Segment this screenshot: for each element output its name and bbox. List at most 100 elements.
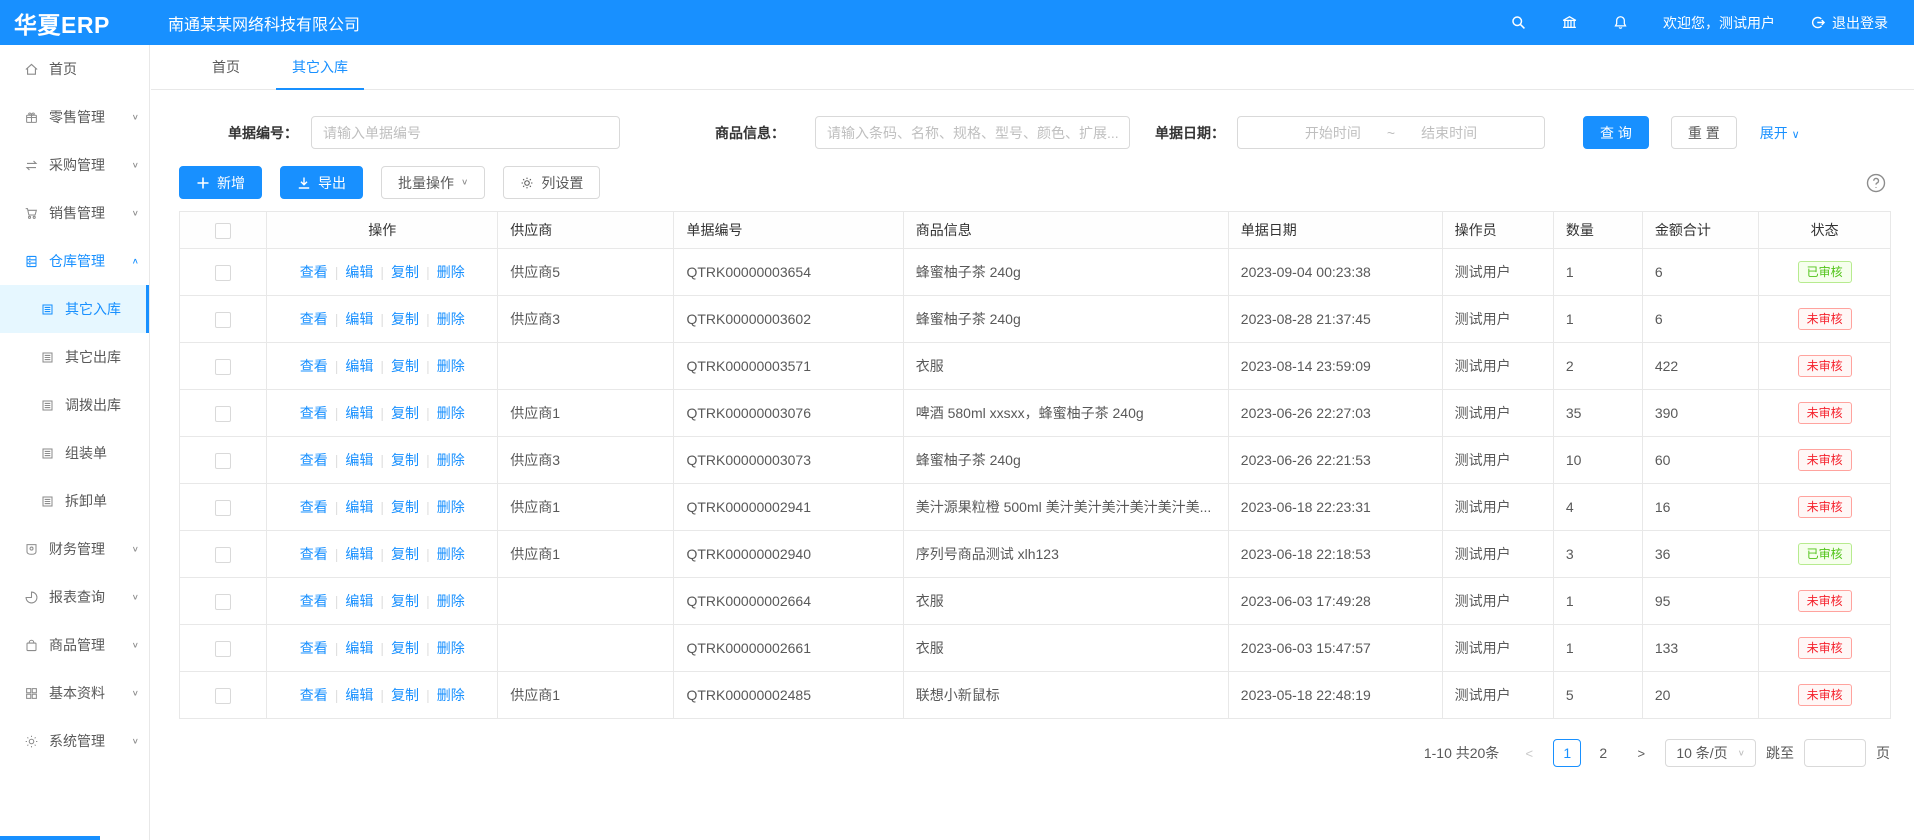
action-copy-link[interactable]: 复制 bbox=[391, 546, 419, 562]
column-settings-button[interactable]: 列设置 bbox=[503, 166, 600, 199]
action-view-link[interactable]: 查看 bbox=[300, 499, 328, 515]
sidebar-item-3[interactable]: 销售管理∨ bbox=[0, 189, 149, 237]
action-delete-link[interactable]: 删除 bbox=[437, 405, 465, 421]
action-delete-link[interactable]: 删除 bbox=[437, 499, 465, 515]
date-start-placeholder[interactable]: 开始时间 bbox=[1305, 123, 1361, 143]
action-copy-link[interactable]: 复制 bbox=[391, 358, 419, 374]
tab-other-inbound[interactable]: 其它入库 bbox=[276, 45, 364, 89]
sidebar-item-1[interactable]: 零售管理 ∨ bbox=[0, 93, 149, 141]
sidebar-item-7[interactable]: 调拨出库 bbox=[0, 381, 149, 429]
action-view-link[interactable]: 查看 bbox=[300, 640, 328, 656]
page-number-2[interactable]: 2 bbox=[1589, 739, 1617, 767]
sidebar-item-5[interactable]: 其它入库 bbox=[0, 285, 149, 333]
sidebar-item-4[interactable]: 仓库管理∧ bbox=[0, 237, 149, 285]
sidebar-item-9[interactable]: 拆卸单 bbox=[0, 477, 149, 525]
query-button[interactable]: 查 询 bbox=[1583, 116, 1649, 149]
action-view-link[interactable]: 查看 bbox=[300, 405, 328, 421]
row-checkbox[interactable] bbox=[215, 688, 231, 704]
action-edit-link[interactable]: 编辑 bbox=[345, 311, 373, 327]
prev-page-button[interactable]: < bbox=[1515, 739, 1543, 767]
action-delete-link[interactable]: 删除 bbox=[437, 264, 465, 280]
select-all-checkbox[interactable] bbox=[215, 223, 231, 239]
action-delete-link[interactable]: 删除 bbox=[437, 452, 465, 468]
date-range-input[interactable]: 开始时间 ~ 结束时间 bbox=[1237, 116, 1545, 149]
action-edit-link[interactable]: 编辑 bbox=[345, 452, 373, 468]
action-view-link[interactable]: 查看 bbox=[300, 687, 328, 703]
action-view-link[interactable]: 查看 bbox=[300, 452, 328, 468]
sidebar-item-10[interactable]: 财务管理∨ bbox=[0, 525, 149, 573]
action-view-link[interactable]: 查看 bbox=[300, 546, 328, 562]
cart-icon bbox=[24, 206, 39, 221]
sidebar-item-13[interactable]: 基本资料∨ bbox=[0, 669, 149, 717]
sidebar-item-11[interactable]: 报表查询∨ bbox=[0, 573, 149, 621]
horizontal-scrollbar-thumb[interactable] bbox=[0, 836, 100, 840]
row-checkbox[interactable] bbox=[215, 406, 231, 422]
bag-icon bbox=[24, 638, 39, 653]
row-checkbox[interactable] bbox=[215, 312, 231, 328]
action-copy-link[interactable]: 复制 bbox=[391, 311, 419, 327]
action-copy-link[interactable]: 复制 bbox=[391, 405, 419, 421]
page-number-1[interactable]: 1 bbox=[1553, 739, 1581, 767]
batch-actions-button[interactable]: 批量操作 ∨ bbox=[381, 166, 485, 199]
sidebar-item-label: 零售管理 bbox=[49, 107, 105, 127]
sidebar-item-12[interactable]: 商品管理∨ bbox=[0, 621, 149, 669]
search-icon[interactable] bbox=[1510, 14, 1527, 31]
row-checkbox[interactable] bbox=[215, 500, 231, 516]
date-end-placeholder[interactable]: 结束时间 bbox=[1421, 123, 1477, 143]
action-edit-link[interactable]: 编辑 bbox=[345, 264, 373, 280]
action-delete-link[interactable]: 删除 bbox=[437, 640, 465, 656]
sidebar-item-6[interactable]: 其它出库 bbox=[0, 333, 149, 381]
action-view-link[interactable]: 查看 bbox=[300, 358, 328, 374]
action-copy-link[interactable]: 复制 bbox=[391, 687, 419, 703]
jump-page-input[interactable] bbox=[1804, 739, 1866, 767]
expand-link[interactable]: 展开 ∨ bbox=[1760, 123, 1800, 143]
row-checkbox[interactable] bbox=[215, 359, 231, 375]
sidebar-item-14[interactable]: 系统管理∨ bbox=[0, 717, 149, 765]
row-checkbox[interactable] bbox=[215, 547, 231, 563]
action-edit-link[interactable]: 编辑 bbox=[345, 358, 373, 374]
bill-no-input[interactable] bbox=[311, 116, 620, 149]
action-copy-link[interactable]: 复制 bbox=[391, 593, 419, 609]
sidebar-item-8[interactable]: 组装单 bbox=[0, 429, 149, 477]
action-copy-link[interactable]: 复制 bbox=[391, 264, 419, 280]
action-edit-link[interactable]: 编辑 bbox=[345, 687, 373, 703]
row-checkbox[interactable] bbox=[215, 641, 231, 657]
action-delete-link[interactable]: 删除 bbox=[437, 311, 465, 327]
action-delete-link[interactable]: 删除 bbox=[437, 593, 465, 609]
action-view-link[interactable]: 查看 bbox=[300, 311, 328, 327]
action-view-link[interactable]: 查看 bbox=[300, 264, 328, 280]
row-checkbox[interactable] bbox=[215, 265, 231, 281]
action-delete-link[interactable]: 删除 bbox=[437, 358, 465, 374]
logout-button[interactable]: 退出登录 bbox=[1809, 13, 1888, 33]
action-copy-link[interactable]: 复制 bbox=[391, 499, 419, 515]
product-info-input[interactable] bbox=[815, 116, 1130, 149]
action-delete-link[interactable]: 删除 bbox=[437, 687, 465, 703]
help-icon[interactable] bbox=[1866, 173, 1886, 193]
action-edit-link[interactable]: 编辑 bbox=[345, 499, 373, 515]
action-edit-link[interactable]: 编辑 bbox=[345, 593, 373, 609]
action-view-link[interactable]: 查看 bbox=[300, 593, 328, 609]
col-supplier: 供应商 bbox=[498, 212, 674, 249]
cell-status: 未审核 bbox=[1759, 672, 1891, 719]
reset-button[interactable]: 重 置 bbox=[1671, 116, 1737, 149]
action-edit-link[interactable]: 编辑 bbox=[345, 546, 373, 562]
row-checkbox[interactable] bbox=[215, 453, 231, 469]
sidebar-item-0[interactable]: 首页 bbox=[0, 45, 149, 93]
sidebar-item-2[interactable]: 采购管理∨ bbox=[0, 141, 149, 189]
action-edit-link[interactable]: 编辑 bbox=[345, 640, 373, 656]
bell-icon[interactable] bbox=[1612, 14, 1629, 31]
action-delete-link[interactable]: 删除 bbox=[437, 546, 465, 562]
next-page-button[interactable]: > bbox=[1627, 739, 1655, 767]
row-checkbox[interactable] bbox=[215, 594, 231, 610]
action-copy-link[interactable]: 复制 bbox=[391, 452, 419, 468]
action-edit-link[interactable]: 编辑 bbox=[345, 405, 373, 421]
export-button[interactable]: 导出 bbox=[280, 166, 363, 199]
chevron-down-icon: ∨ bbox=[132, 113, 139, 122]
bank-icon[interactable] bbox=[1561, 14, 1578, 31]
status-badge: 未审核 bbox=[1798, 496, 1852, 518]
cell-operator: 测试用户 bbox=[1442, 390, 1553, 437]
add-button[interactable]: 新增 bbox=[179, 166, 262, 199]
tab-home[interactable]: 首页 bbox=[196, 45, 256, 89]
action-copy-link[interactable]: 复制 bbox=[391, 640, 419, 656]
page-size-select[interactable]: 10 条/页 ∨ bbox=[1665, 739, 1756, 767]
